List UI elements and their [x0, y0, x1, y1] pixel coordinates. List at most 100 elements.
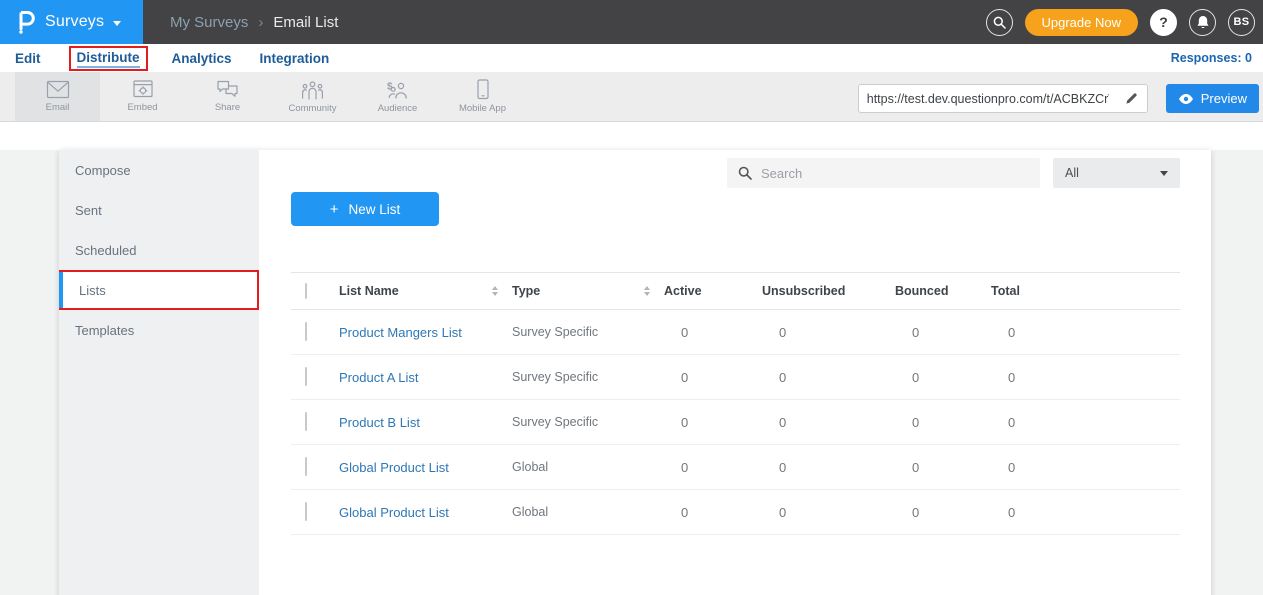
column-header-bounced: Bounced: [895, 284, 991, 298]
search-icon: [738, 166, 752, 180]
chevron-down-icon: [1160, 171, 1168, 176]
bounced-count: 0: [895, 460, 991, 475]
topbar: Surveys My Surveys › Email List Upgrade …: [0, 0, 1263, 44]
help-button[interactable]: ?: [1150, 9, 1177, 36]
tab-distribute[interactable]: Distribute: [77, 50, 140, 68]
bounced-count: 0: [895, 505, 991, 520]
user-avatar[interactable]: BS: [1228, 9, 1255, 36]
active-count: 0: [664, 325, 762, 340]
channel-label: Embed: [127, 102, 157, 113]
column-header-type[interactable]: Type: [512, 284, 664, 298]
new-list-label: New List: [349, 202, 401, 217]
row-checkbox[interactable]: [305, 367, 307, 386]
column-header-list-name[interactable]: List Name: [339, 284, 512, 298]
list-type: Global: [512, 460, 664, 474]
list-name-link[interactable]: Global Product List: [339, 505, 512, 520]
distribute-toolbar: Email Embed Share: [0, 72, 1263, 122]
audience-icon: $: [385, 80, 410, 100]
tab-edit[interactable]: Edit: [15, 51, 41, 66]
row-checkbox[interactable]: [305, 502, 307, 521]
share-icon: [216, 80, 239, 99]
channel-label: Email: [46, 102, 70, 113]
preview-button[interactable]: Preview: [1166, 84, 1259, 113]
questionpro-logo-icon: [17, 10, 36, 34]
table-row: Global Product List Global 0 0 0 0: [291, 490, 1180, 535]
channel-share[interactable]: Share: [185, 72, 270, 121]
channel-label: Audience: [378, 103, 418, 114]
tab-analytics[interactable]: Analytics: [172, 51, 232, 66]
total-count: 0: [991, 460, 1180, 475]
topbar-actions: Upgrade Now ? BS: [986, 0, 1263, 44]
list-search-input[interactable]: [761, 166, 1029, 181]
upgrade-now-button[interactable]: Upgrade Now: [1025, 9, 1139, 36]
product-switcher[interactable]: Surveys: [0, 0, 143, 44]
unsubscribed-count: 0: [762, 460, 895, 475]
unsubscribed-count: 0: [762, 325, 895, 340]
list-name-link[interactable]: Product Mangers List: [339, 325, 512, 340]
list-type-filter-dropdown[interactable]: All: [1053, 158, 1180, 188]
list-search-box: [727, 158, 1040, 188]
sort-icon[interactable]: [644, 286, 650, 296]
sidebar-item-templates[interactable]: Templates: [59, 310, 259, 350]
channel-mobile-app[interactable]: Mobile App: [440, 72, 525, 121]
column-header-unsubscribed: Unsubscribed: [762, 284, 895, 298]
table-row: Global Product List Global 0 0 0 0: [291, 445, 1180, 490]
sidebar-item-scheduled[interactable]: Scheduled: [59, 230, 259, 270]
lists-table-header: List Name Type Active Unsubscribed Bounc…: [291, 272, 1180, 310]
sidebar-item-lists[interactable]: Lists: [59, 270, 259, 310]
bounced-count: 0: [895, 370, 991, 385]
tab-integration[interactable]: Integration: [260, 51, 330, 66]
row-checkbox[interactable]: [305, 322, 307, 341]
chevron-down-icon: [113, 21, 121, 26]
survey-url-box: [858, 84, 1148, 113]
list-type: Survey Specific: [512, 325, 664, 339]
product-name: Surveys: [45, 13, 104, 31]
list-name-link[interactable]: Product B List: [339, 415, 512, 430]
survey-url-input[interactable]: [859, 92, 1117, 106]
search-icon: [993, 16, 1006, 29]
new-list-button[interactable]: + New List: [291, 192, 439, 226]
sidebar-item-sent[interactable]: Sent: [59, 190, 259, 230]
list-type: Survey Specific: [512, 370, 664, 384]
channel-label: Mobile App: [459, 103, 506, 114]
list-type: Survey Specific: [512, 415, 664, 429]
edit-url-button[interactable]: [1117, 85, 1147, 112]
channel-audience[interactable]: $ Audience: [355, 72, 440, 121]
channel-label: Share: [215, 102, 240, 113]
list-name-link[interactable]: Global Product List: [339, 460, 512, 475]
unsubscribed-count: 0: [762, 370, 895, 385]
responses-count[interactable]: Responses: 0: [1171, 51, 1263, 65]
select-all-checkbox[interactable]: [305, 283, 307, 299]
channel-email[interactable]: Email: [15, 72, 100, 121]
total-count: 0: [991, 505, 1180, 520]
eye-icon: [1178, 93, 1194, 105]
breadcrumb-my-surveys[interactable]: My Surveys: [170, 14, 248, 31]
email-sidebar: Compose Sent Scheduled Lists Templates: [59, 150, 259, 595]
survey-link-group: Preview: [858, 84, 1259, 113]
page-title: Email List: [273, 14, 338, 31]
page-content: Compose Sent Scheduled Lists Templates: [0, 122, 1263, 595]
lists-main: All + New List List Name Type: [259, 150, 1211, 595]
active-count: 0: [664, 415, 762, 430]
list-name-link[interactable]: Product A List: [339, 370, 512, 385]
unsubscribed-count: 0: [762, 415, 895, 430]
column-header-total: Total: [991, 284, 1180, 298]
search-button[interactable]: [986, 9, 1013, 36]
bounced-count: 0: [895, 415, 991, 430]
channel-label: Community: [288, 103, 336, 114]
channel-community[interactable]: Community: [270, 72, 355, 121]
channel-embed[interactable]: Embed: [100, 72, 185, 121]
survey-tabs: Edit Distribute Analytics Integration Re…: [0, 44, 1263, 72]
active-count: 0: [664, 505, 762, 520]
sidebar-item-compose[interactable]: Compose: [59, 150, 259, 190]
unsubscribed-count: 0: [762, 505, 895, 520]
sort-icon[interactable]: [492, 286, 498, 296]
notifications-button[interactable]: [1189, 9, 1216, 36]
row-checkbox[interactable]: [305, 412, 307, 431]
breadcrumb: My Surveys › Email List: [170, 0, 338, 44]
row-checkbox[interactable]: [305, 457, 307, 476]
pencil-icon: [1125, 92, 1138, 105]
filter-value: All: [1065, 166, 1079, 180]
tab-distribute-annotation-box[interactable]: Distribute: [69, 46, 148, 71]
email-lists-card: Compose Sent Scheduled Lists Templates: [59, 150, 1211, 595]
